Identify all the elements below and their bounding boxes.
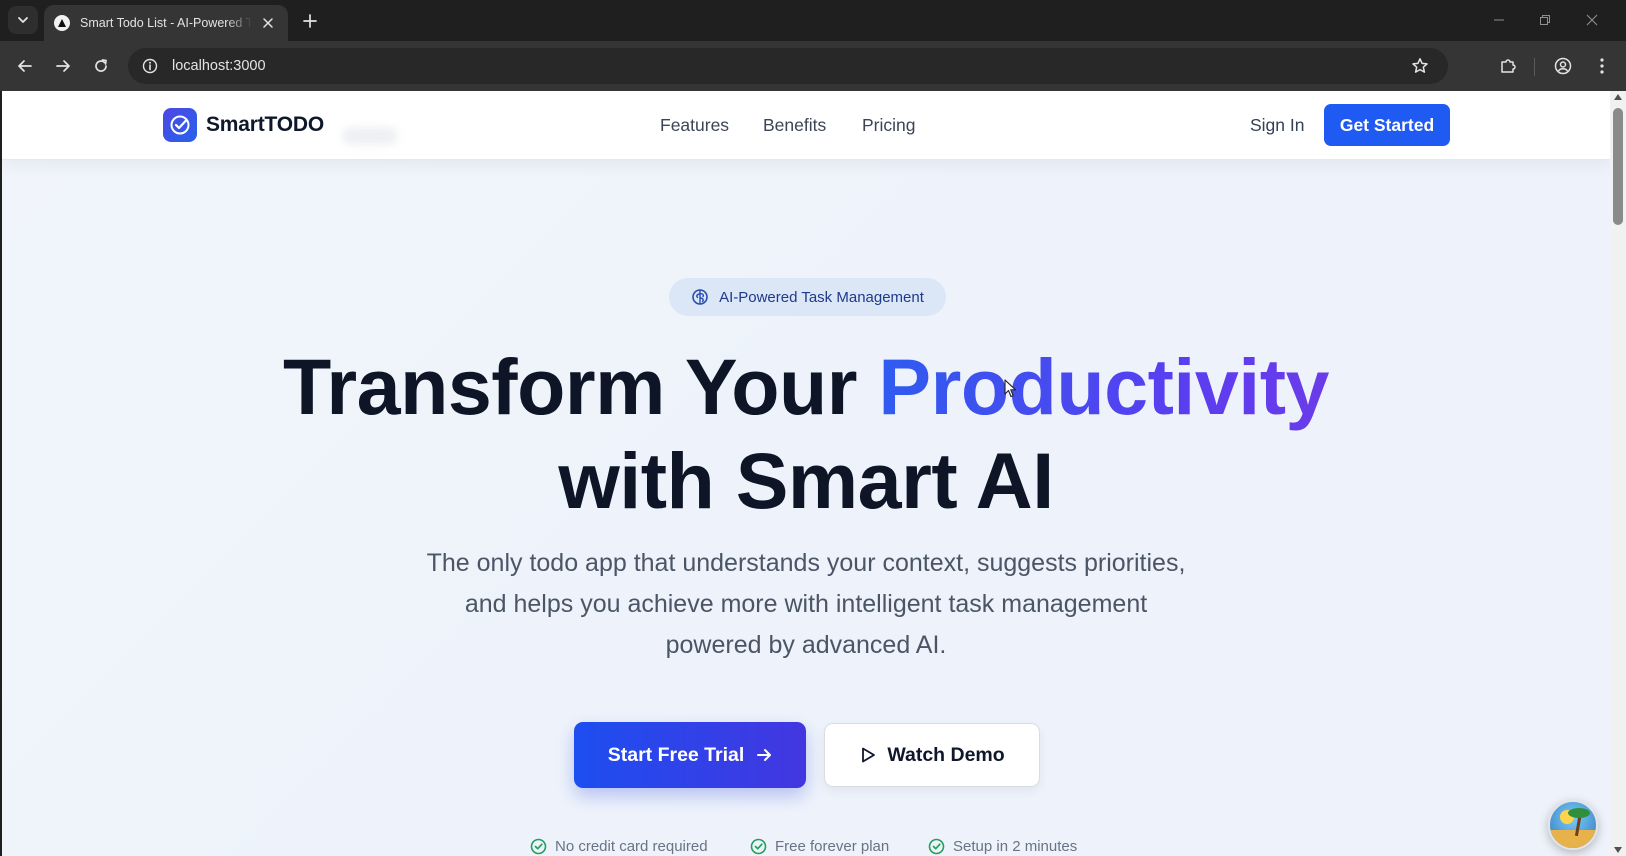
- watch-demo-button[interactable]: Watch Demo: [824, 723, 1040, 787]
- minimize-icon: [1494, 19, 1504, 21]
- close-icon: [1586, 14, 1598, 26]
- profile-button[interactable]: [1550, 53, 1576, 79]
- hero-title-line1: Transform Your Productivity: [2, 341, 1610, 433]
- mouse-cursor-icon: [1004, 379, 1017, 398]
- minimize-button[interactable]: [1485, 8, 1513, 32]
- get-started-button[interactable]: Get Started: [1324, 104, 1450, 146]
- toolbar-separator: [1534, 58, 1535, 76]
- close-window-button[interactable]: [1578, 8, 1606, 32]
- new-tab-button[interactable]: [297, 8, 323, 34]
- watch-demo-label: Watch Demo: [887, 743, 1005, 766]
- browser-toolbar: localhost:3000: [0, 41, 1626, 91]
- badge-text: AI-Powered Task Management: [719, 288, 924, 306]
- hero-subtitle: The only todo app that understands your …: [426, 549, 1186, 659]
- perk-text: Free forever plan: [775, 838, 890, 855]
- restore-icon: [1540, 15, 1550, 25]
- tab-title: Smart Todo List - AI-Powered Task Manage…: [80, 16, 252, 30]
- perk-text: Setup in 2 minutes: [953, 838, 1078, 855]
- browser-tab[interactable]: Smart Todo List - AI-Powered Task Manage…: [44, 5, 288, 41]
- perk-item: Free forever plan: [750, 838, 889, 855]
- perk-item: No credit card required: [530, 838, 708, 855]
- address-bar[interactable]: localhost:3000: [128, 48, 1448, 84]
- perk-text: No credit card required: [555, 838, 708, 855]
- scroll-down-arrow-icon[interactable]: [1614, 847, 1622, 853]
- arrow-left-icon: [18, 60, 32, 72]
- nav-item-pricing[interactable]: Pricing: [862, 115, 916, 136]
- extensions-button[interactable]: [1495, 53, 1521, 79]
- nav-item-benefits[interactable]: Benefits: [763, 115, 826, 136]
- brain-icon: [691, 288, 709, 306]
- close-icon[interactable]: [258, 13, 278, 33]
- start-free-trial-label: Start Free Trial: [607, 743, 745, 766]
- palm-leaves-icon: [1568, 808, 1590, 818]
- forward-button[interactable]: [50, 53, 76, 79]
- browser-tabbar: Smart Todo List - AI-Powered Task Manage…: [0, 0, 1626, 41]
- scroll-up-arrow-icon[interactable]: [1614, 94, 1622, 100]
- puzzle-icon: [1501, 59, 1516, 73]
- feature-badge: AI-Powered Task Management: [669, 278, 946, 316]
- perk-item: Setup in 2 minutes: [928, 838, 1077, 855]
- reload-icon: [95, 59, 107, 72]
- sign-in-link[interactable]: Sign In: [1250, 115, 1304, 136]
- info-icon[interactable]: [140, 56, 160, 76]
- url-text[interactable]: localhost:3000: [172, 58, 266, 74]
- tab-list-button[interactable]: [8, 6, 38, 34]
- back-button[interactable]: [12, 53, 38, 79]
- check-circle-icon: [750, 838, 767, 855]
- kebab-menu-icon: [1600, 58, 1604, 74]
- check-circle-icon: [928, 838, 945, 855]
- play-icon: [859, 746, 877, 764]
- plus-icon: [303, 14, 317, 28]
- nav-item-features[interactable]: Features: [660, 115, 729, 136]
- scrollbar-thumb[interactable]: [1613, 108, 1623, 225]
- reload-button[interactable]: [88, 53, 114, 79]
- page-scrollbar[interactable]: [1610, 91, 1626, 856]
- site-header: SmartTODO Features Benefits Pricing Sign…: [2, 91, 1610, 160]
- arrow-right-icon: [56, 60, 70, 72]
- triangle-icon: [54, 15, 70, 31]
- hero-title-part1: Transform Your: [283, 342, 879, 431]
- check-circle-icon: [530, 838, 547, 855]
- profile-icon: [1554, 57, 1572, 75]
- restore-button[interactable]: [1531, 8, 1559, 32]
- browser-menu-button[interactable]: [1589, 53, 1615, 79]
- page-viewport: SmartTODO Features Benefits Pricing Sign…: [2, 91, 1610, 856]
- chevron-down-icon: [18, 17, 28, 23]
- hero-title-accent: Productivity: [878, 342, 1329, 431]
- arrow-right-icon: [756, 747, 772, 763]
- floating-assistant-button[interactable]: [1548, 800, 1598, 850]
- hero-title-line2: with Smart AI: [558, 436, 1054, 525]
- beach-icon: [1550, 829, 1596, 848]
- start-free-trial-button[interactable]: Start Free Trial: [574, 722, 806, 788]
- star-icon[interactable]: [1408, 54, 1432, 78]
